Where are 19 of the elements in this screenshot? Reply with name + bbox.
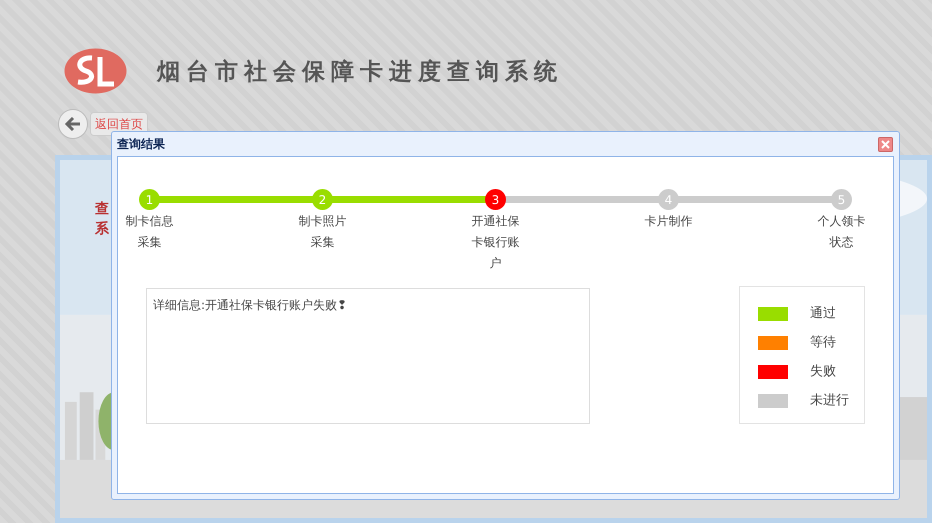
legend-label: 失败 (810, 363, 837, 380)
logo-icon (64, 48, 127, 94)
step-label: 制卡照片采集 (298, 213, 348, 251)
close-icon[interactable] (878, 136, 893, 152)
legend-label: 通过 (810, 305, 837, 322)
side-text: 系 (95, 220, 109, 238)
step-label: 卡片制作 (644, 213, 694, 230)
step-label: 开通社保卡银行账户 (470, 213, 520, 272)
dialog-title: 查询结果 (117, 136, 165, 152)
step-label: 个人领卡状态 (816, 213, 866, 251)
step-circle: 1 (139, 189, 160, 210)
legend-label: 未进行 (810, 392, 850, 409)
step-circle: 2 (312, 189, 333, 210)
detail-message: 详细信息:开通社保卡银行账户失败❢ (146, 288, 590, 424)
site-title: 烟台市社会保障卡进度查询系统 (157, 56, 563, 86)
step-circle: 3 (485, 189, 506, 210)
step-label: 制卡信息采集 (124, 213, 174, 251)
legend-label: 等待 (810, 334, 837, 351)
side-text: 查 (95, 200, 109, 218)
